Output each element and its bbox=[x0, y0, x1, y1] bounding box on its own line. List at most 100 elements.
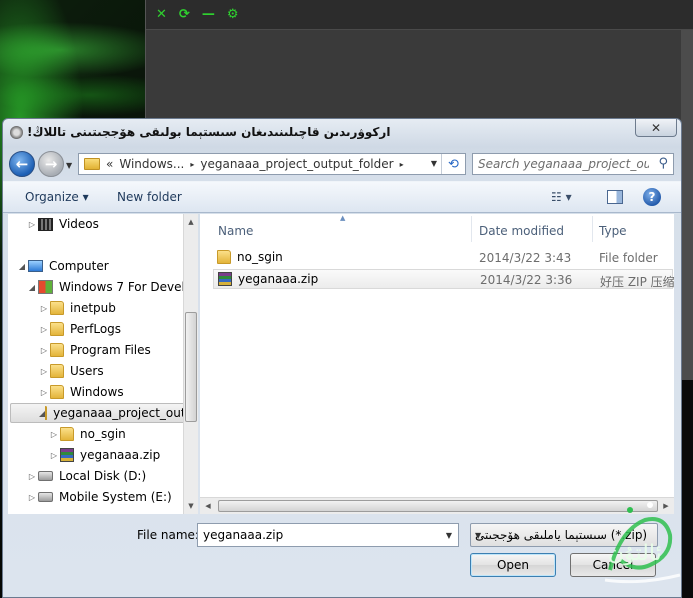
search-input[interactable] bbox=[473, 154, 649, 174]
breadcrumb-project-folder[interactable]: yeganaaa_project_output_folder bbox=[200, 157, 393, 171]
expand-icon[interactable]: ▷ bbox=[26, 472, 38, 481]
tree-item-label: Program Files bbox=[70, 343, 151, 357]
forward-button[interactable]: → bbox=[38, 151, 64, 177]
tree-item-mobile-system-e[interactable]: ▷ Mobile System (E:) bbox=[26, 487, 172, 507]
background-minimize-icon: — bbox=[201, 7, 215, 22]
file-row-no-sgin[interactable]: no_sgin 2014/3/22 3:43 File folder bbox=[213, 248, 673, 268]
background-close-icon: ✕ bbox=[156, 7, 167, 22]
preview-pane-button[interactable] bbox=[607, 190, 623, 204]
tree-item-perflogs[interactable]: ▷ PerfLogs bbox=[38, 319, 121, 339]
folder-icon bbox=[50, 322, 64, 336]
zip-icon bbox=[60, 448, 74, 462]
chevron-down-icon[interactable]: ▼ bbox=[446, 531, 452, 540]
tree-item-label: Users bbox=[70, 364, 104, 378]
navigation-scrollbar[interactable]: ▲ ▼ bbox=[183, 214, 198, 514]
file-name-combobox[interactable]: ▼ bbox=[197, 523, 459, 547]
organize-button[interactable]: Organize ▾ bbox=[25, 190, 89, 204]
search-icon[interactable]: ⚲ bbox=[658, 156, 668, 171]
expand-icon[interactable]: ▷ bbox=[38, 388, 50, 397]
folder-icon bbox=[50, 385, 64, 399]
file-open-dialog: اركوۋرىدىن قاچىلىنىدىغان سىستېما بولىقى … bbox=[2, 118, 682, 598]
navigation-pane[interactable]: ▷ Videos ◢ Computer ◢ Windows 7 For Deve… bbox=[8, 214, 198, 514]
tree-item-windows7-drive[interactable]: ◢ Windows 7 For Develop bbox=[26, 277, 197, 297]
view-icon: ☷ bbox=[551, 190, 562, 204]
back-button[interactable]: ← bbox=[9, 151, 35, 177]
background-scrollbar bbox=[681, 30, 693, 380]
recent-pages-dropdown[interactable]: ▼ bbox=[66, 161, 72, 170]
column-header-date[interactable]: Date modified bbox=[479, 224, 564, 238]
scrollbar-thumb[interactable] bbox=[185, 312, 197, 422]
file-date: 2014/3/22 3:36 bbox=[480, 273, 573, 287]
scroll-up-icon[interactable]: ▲ bbox=[184, 214, 198, 230]
collapse-icon[interactable]: ◢ bbox=[16, 262, 28, 271]
tree-item-windows[interactable]: ▷ Windows bbox=[38, 382, 124, 402]
folder-icon bbox=[84, 158, 100, 170]
file-list[interactable]: ▲ Name Date modified Type no_sgin 2014/3… bbox=[200, 214, 674, 514]
file-row-yeganaaa-zip[interactable]: yeganaaa.zip 2014/3/22 3:36 好压 ZIP 压缩文 bbox=[213, 269, 674, 289]
address-bar[interactable]: « Windows... ▸ yeganaaa_project_output_f… bbox=[78, 153, 466, 175]
tree-item-users[interactable]: ▷ Users bbox=[38, 361, 104, 381]
expand-icon[interactable]: ▷ bbox=[48, 451, 60, 460]
tree-item-label: yeganaaa.zip bbox=[80, 448, 161, 462]
expand-icon[interactable]: ▷ bbox=[26, 220, 38, 229]
tree-item-project-folder[interactable]: ◢ yeganaaa_project_out bbox=[10, 403, 186, 423]
zip-icon bbox=[218, 272, 232, 286]
drive-icon bbox=[38, 471, 53, 481]
expand-icon[interactable]: ▷ bbox=[38, 304, 50, 313]
expand-icon[interactable]: ▷ bbox=[38, 325, 50, 334]
address-dropdown-icon[interactable]: ▼ bbox=[431, 159, 437, 168]
file-name-input[interactable] bbox=[198, 524, 436, 546]
tree-item-inetpub[interactable]: ▷ inetpub bbox=[38, 298, 116, 318]
folder-icon bbox=[50, 301, 64, 315]
background-refresh-icon: ⟳ bbox=[178, 7, 190, 22]
dialog-titlebar: اركوۋرىدىن قاچىلىنىدىغان سىستېما بولىقى … bbox=[3, 119, 681, 147]
tree-item-label: Windows bbox=[70, 385, 124, 399]
close-button[interactable]: ✕ bbox=[635, 119, 677, 137]
background-app-titlebar: ✕ ⟳ — ⚙ bbox=[146, 0, 693, 30]
drive-icon bbox=[38, 492, 53, 502]
open-button[interactable]: Open bbox=[470, 553, 556, 577]
file-type: File folder bbox=[599, 251, 658, 265]
collapse-icon[interactable]: ◢ bbox=[26, 283, 38, 292]
tree-item-label: Videos bbox=[59, 217, 99, 231]
tree-item-computer[interactable]: ◢ Computer bbox=[16, 256, 109, 276]
dialog-title: اركوۋرىدىن قاچىلىنىدىغان سىستېما بولىقى … bbox=[27, 125, 391, 139]
breadcrumb-separator[interactable]: ▸ bbox=[400, 160, 404, 169]
watermark-text: ئالتۇن bbox=[608, 541, 662, 566]
tree-item-label: no_sgin bbox=[80, 427, 126, 441]
scroll-left-icon[interactable]: ◀ bbox=[200, 498, 216, 514]
tree-item-label: PerfLogs bbox=[70, 322, 122, 336]
search-box[interactable]: ⚲ bbox=[472, 153, 674, 175]
tree-item-no-sgin[interactable]: ▷ no_sgin bbox=[48, 424, 126, 444]
tree-item-zip[interactable]: ▷ yeganaaa.zip bbox=[48, 445, 160, 465]
tree-item-local-disk-d[interactable]: ▷ Local Disk (D:) bbox=[26, 466, 146, 486]
expand-icon[interactable]: ▷ bbox=[26, 493, 38, 502]
tree-item-videos[interactable]: ▷ Videos bbox=[26, 214, 99, 234]
new-folder-button[interactable]: New folder bbox=[117, 190, 182, 204]
change-view-button[interactable]: ☷ ▾ bbox=[551, 190, 587, 206]
computer-icon bbox=[28, 260, 43, 272]
column-headers: ▲ Name Date modified Type bbox=[200, 214, 674, 244]
app-icon bbox=[10, 126, 23, 139]
expand-icon[interactable]: ▷ bbox=[38, 367, 50, 376]
tree-item-label: Local Disk (D:) bbox=[59, 469, 147, 483]
scroll-down-icon[interactable]: ▼ bbox=[184, 498, 198, 514]
breadcrumb-overflow[interactable]: « bbox=[106, 157, 113, 171]
tree-item-label: Mobile System (E:) bbox=[59, 490, 172, 504]
refresh-icon: ⟲ bbox=[448, 156, 459, 172]
breadcrumb-separator[interactable]: ▸ bbox=[190, 160, 194, 169]
refresh-button[interactable]: ⟲ bbox=[441, 154, 465, 174]
tree-item-label: yeganaaa_project_out bbox=[53, 406, 186, 420]
breadcrumb-windows[interactable]: Windows... bbox=[119, 157, 184, 171]
tree-item-program-files[interactable]: ▷ Program Files bbox=[38, 340, 151, 360]
video-icon bbox=[38, 217, 53, 231]
column-divider[interactable] bbox=[592, 216, 593, 242]
column-header-name[interactable]: Name bbox=[218, 224, 253, 238]
column-divider[interactable] bbox=[471, 216, 472, 242]
help-button[interactable]: ? bbox=[643, 188, 661, 206]
file-date: 2014/3/22 3:43 bbox=[479, 251, 572, 265]
column-header-type[interactable]: Type bbox=[599, 224, 627, 238]
expand-icon[interactable]: ▷ bbox=[38, 346, 50, 355]
expand-icon[interactable]: ▷ bbox=[48, 430, 60, 439]
calligraphy-watermark-icon: ئالتۇن bbox=[604, 502, 681, 584]
